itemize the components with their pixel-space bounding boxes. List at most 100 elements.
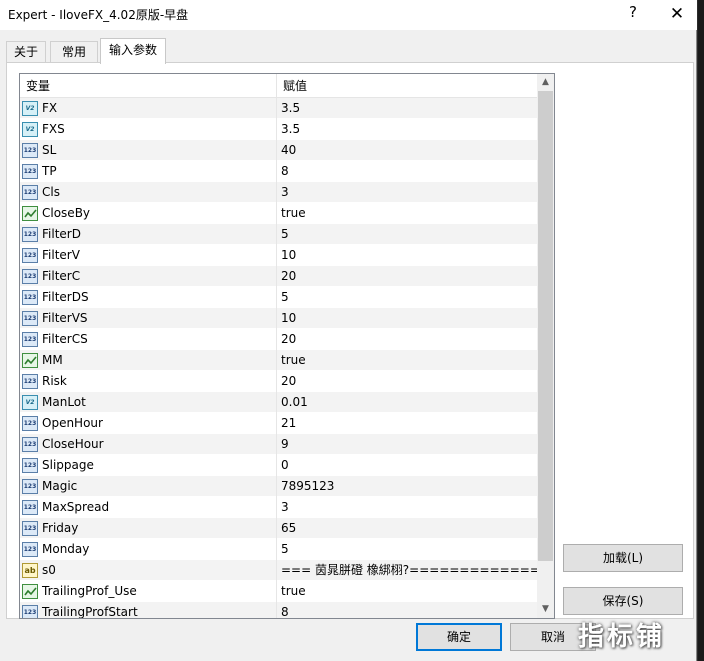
variable-name: CloseBy xyxy=(42,206,91,220)
save-button[interactable]: 保存(S) xyxy=(563,587,683,615)
scrollbar-thumb[interactable] xyxy=(538,91,553,561)
variable-name: Magic xyxy=(42,479,78,493)
variable-cell[interactable]: 123 Magic xyxy=(20,476,277,497)
table-row[interactable]: 123 OpenHour 21 xyxy=(20,413,537,434)
variable-cell[interactable]: CloseBy xyxy=(20,203,277,224)
value-cell[interactable]: 8 xyxy=(277,161,537,182)
table-row[interactable]: 123 Cls 3 xyxy=(20,182,537,203)
variable-cell[interactable]: 123 TP xyxy=(20,161,277,182)
tab-about[interactable]: 关于 xyxy=(6,41,46,63)
value-cell[interactable]: true xyxy=(277,203,537,224)
int-type-icon: 123 xyxy=(22,374,38,389)
table-row[interactable]: V2 FX 3.5 xyxy=(20,98,537,119)
value-cell[interactable]: 0.01 xyxy=(277,392,537,413)
help-icon[interactable]: ? xyxy=(624,3,642,25)
value-cell[interactable]: 10 xyxy=(277,308,537,329)
table-row[interactable]: 123 FilterV 10 xyxy=(20,245,537,266)
watermark-logo: 指标铺 xyxy=(578,622,666,652)
value-cell[interactable]: 0 xyxy=(277,455,537,476)
column-header-value[interactable]: 赋值 xyxy=(277,74,537,98)
variable-cell[interactable]: 123 OpenHour xyxy=(20,413,277,434)
variable-cell[interactable]: V2 ManLot xyxy=(20,392,277,413)
variable-cell[interactable]: 123 Slippage xyxy=(20,455,277,476)
value-cell[interactable]: 3.5 xyxy=(277,119,537,140)
table-row[interactable]: 123 Risk 20 xyxy=(20,371,537,392)
value-cell[interactable]: 20 xyxy=(277,371,537,392)
variable-cell[interactable]: 123 MaxSpread xyxy=(20,497,277,518)
value-cell[interactable]: 5 xyxy=(277,539,537,560)
int-type-icon: 123 xyxy=(22,542,38,557)
variable-cell[interactable]: 123 TrailingProfStart xyxy=(20,602,277,618)
bool-type-icon xyxy=(22,353,38,368)
table-row[interactable]: 123 Magic 7895123 xyxy=(20,476,537,497)
value-cell[interactable]: 9 xyxy=(277,434,537,455)
variable-cell[interactable]: ab s0 xyxy=(20,560,277,581)
variable-cell[interactable]: 123 Friday xyxy=(20,518,277,539)
table-row[interactable]: TrailingProf_Use true xyxy=(20,581,537,602)
value-cell[interactable]: 5 xyxy=(277,287,537,308)
table-row[interactable]: 123 Slippage 0 xyxy=(20,455,537,476)
variable-cell[interactable]: MM xyxy=(20,350,277,371)
table-row[interactable]: CloseBy true xyxy=(20,203,537,224)
table-row[interactable]: V2 FXS 3.5 xyxy=(20,119,537,140)
value-cell[interactable]: 5 xyxy=(277,224,537,245)
variable-cell[interactable]: V2 FXS xyxy=(20,119,277,140)
variable-cell[interactable]: V2 FX xyxy=(20,98,277,119)
value-cell[interactable]: true xyxy=(277,350,537,371)
variable-cell[interactable]: 123 Monday xyxy=(20,539,277,560)
variable-cell[interactable]: 123 FilterC xyxy=(20,266,277,287)
variable-cell[interactable]: 123 FilterV xyxy=(20,245,277,266)
table-row[interactable]: 123 Friday 65 xyxy=(20,518,537,539)
variable-cell[interactable]: 123 Risk xyxy=(20,371,277,392)
variable-cell[interactable]: TrailingProf_Use xyxy=(20,581,277,602)
scroll-up-arrow-icon[interactable]: ▲ xyxy=(537,74,554,91)
int-type-icon: 123 xyxy=(22,605,38,618)
variable-cell[interactable]: 123 Cls xyxy=(20,182,277,203)
tab-inputs[interactable]: 输入参数 xyxy=(100,38,166,64)
variable-cell[interactable]: 123 FilterD xyxy=(20,224,277,245)
variable-cell[interactable]: 123 SL xyxy=(20,140,277,161)
table-row[interactable]: ab s0 === 茵晁胼磴 橡綁栩?==============... xyxy=(20,560,537,581)
close-icon[interactable]: ✕ xyxy=(666,3,688,25)
value-cell[interactable]: 8 xyxy=(277,602,537,618)
table-row[interactable]: 123 SL 40 xyxy=(20,140,537,161)
table-row[interactable]: 123 TrailingProfStart 8 xyxy=(20,602,537,618)
table-row[interactable]: 123 Monday 5 xyxy=(20,539,537,560)
table-row[interactable]: 123 FilterCS 20 xyxy=(20,329,537,350)
variable-name: ManLot xyxy=(42,395,86,409)
table-row[interactable]: MM true xyxy=(20,350,537,371)
title-bar: Expert - IloveFX_4.02原版-早盘 ? ✕ xyxy=(0,0,697,30)
table-row[interactable]: V2 ManLot 0.01 xyxy=(20,392,537,413)
table-row[interactable]: 123 MaxSpread 3 xyxy=(20,497,537,518)
variable-cell[interactable]: 123 CloseHour xyxy=(20,434,277,455)
table-row[interactable]: 123 FilterD 5 xyxy=(20,224,537,245)
table-row[interactable]: 123 FilterC 20 xyxy=(20,266,537,287)
value-cell[interactable]: 10 xyxy=(277,245,537,266)
value-cell[interactable]: 3 xyxy=(277,497,537,518)
table-row[interactable]: 123 CloseHour 9 xyxy=(20,434,537,455)
value-cell[interactable]: 7895123 xyxy=(277,476,537,497)
value-cell[interactable]: 65 xyxy=(277,518,537,539)
table-row[interactable]: 123 TP 8 xyxy=(20,161,537,182)
value-cell[interactable]: 21 xyxy=(277,413,537,434)
table-row[interactable]: 123 FilterVS 10 xyxy=(20,308,537,329)
variable-cell[interactable]: 123 FilterCS xyxy=(20,329,277,350)
load-button[interactable]: 加载(L) xyxy=(563,544,683,572)
value-cell[interactable]: true xyxy=(277,581,537,602)
tab-common[interactable]: 常用 xyxy=(50,41,98,63)
value-cell[interactable]: 20 xyxy=(277,266,537,287)
ok-button[interactable]: 确定 xyxy=(416,623,502,651)
variable-cell[interactable]: 123 FilterVS xyxy=(20,308,277,329)
scroll-down-arrow-icon[interactable]: ▼ xyxy=(537,601,554,618)
vertical-scrollbar[interactable]: ▲ ▼ xyxy=(537,74,554,618)
value-cell[interactable]: 20 xyxy=(277,329,537,350)
value-cell[interactable]: 40 xyxy=(277,140,537,161)
value-cell[interactable]: === 茵晁胼磴 橡綁栩?==============... xyxy=(277,560,537,581)
variable-name: FilterVS xyxy=(42,311,88,325)
value-cell[interactable]: 3.5 xyxy=(277,98,537,119)
column-header-variable[interactable]: 变量 xyxy=(20,74,277,98)
value-cell[interactable]: 3 xyxy=(277,182,537,203)
variable-cell[interactable]: 123 FilterDS xyxy=(20,287,277,308)
table-row[interactable]: 123 FilterDS 5 xyxy=(20,287,537,308)
int-type-icon: 123 xyxy=(22,332,38,347)
